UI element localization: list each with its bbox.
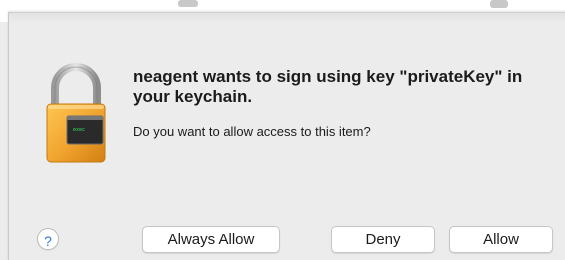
background-fragment (490, 0, 508, 8)
dialog-title: neagent wants to sign using key "private… (133, 67, 523, 106)
dialog-top-edge (9, 13, 565, 23)
padlock-terminal-icon: exec (46, 63, 106, 163)
deny-button[interactable]: Deny (331, 226, 435, 253)
keychain-access-dialog: exec neagent wants to sign using key "pr… (8, 12, 565, 260)
always-allow-button[interactable]: Always Allow (142, 226, 280, 253)
dialog-message: Do you want to allow access to this item… (133, 124, 371, 139)
terminal-screen-text: exec (73, 127, 85, 133)
help-button[interactable]: ? (37, 228, 59, 250)
allow-button[interactable]: Allow (449, 226, 553, 253)
background-fragment (178, 0, 198, 7)
